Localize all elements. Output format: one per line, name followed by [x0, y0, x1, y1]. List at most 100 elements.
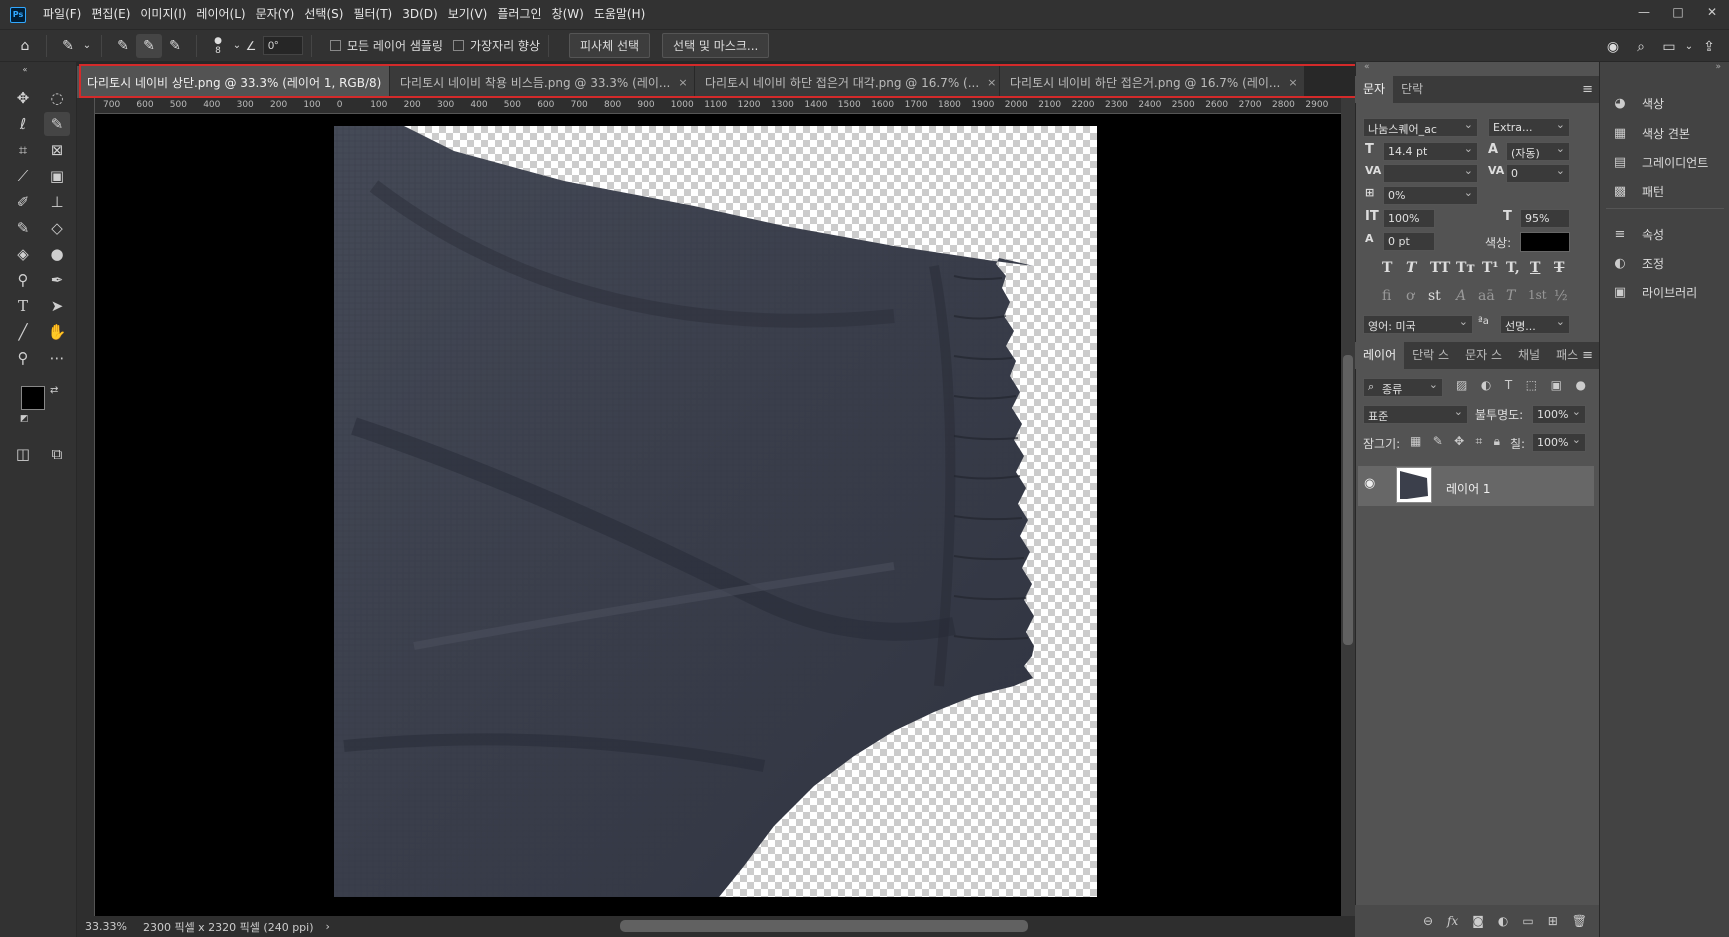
- collapse-icon[interactable]: «: [1364, 62, 1370, 72]
- patch-tool-icon[interactable]: ▣: [44, 164, 70, 188]
- mask-icon[interactable]: ◙: [1472, 914, 1484, 928]
- old-style-button[interactable]: ơ: [1406, 288, 1414, 304]
- tab-paragraph-styles[interactable]: 단락 스: [1404, 342, 1457, 369]
- fill-input[interactable]: 100%: [1532, 433, 1586, 452]
- doc-tab-2[interactable]: 다리토시 네이비 착용 비스듬.png @ 33.3% (레이... ×: [390, 66, 695, 98]
- menu-layer[interactable]: 레이어(L): [191, 0, 250, 29]
- menu-plugins[interactable]: 플러그인: [492, 0, 546, 29]
- horizontal-scale-input[interactable]: 95%: [1520, 209, 1570, 228]
- blur-tool-icon[interactable]: ●: [44, 242, 70, 266]
- lock-position-icon[interactable]: ✥: [1454, 434, 1464, 449]
- leading-input[interactable]: (자동): [1506, 142, 1570, 161]
- pen-tool-icon[interactable]: ✒: [44, 268, 70, 292]
- menu-3d[interactable]: 3D(D): [397, 0, 442, 29]
- hand-tool-icon[interactable]: ✋: [44, 320, 70, 344]
- trash-icon[interactable]: 🗑︎: [1572, 914, 1587, 928]
- all-caps-button[interactable]: TT: [1430, 260, 1450, 276]
- antialias-select[interactable]: 선명...: [1500, 315, 1570, 334]
- select-subject-button[interactable]: 피사체 선택: [569, 33, 651, 58]
- visibility-eye-icon[interactable]: ◉: [1364, 476, 1375, 491]
- zoom-tool-icon[interactable]: ⚲: [10, 346, 36, 370]
- new-layer-icon[interactable]: ⊞: [1548, 914, 1558, 928]
- stamp-tool-icon[interactable]: ⊥: [44, 190, 70, 214]
- panel-menu-icon[interactable]: ≡: [1582, 348, 1593, 363]
- dock-swatches[interactable]: ▦ 색상 견본: [1610, 121, 1690, 145]
- menu-select[interactable]: 선택(S): [299, 0, 348, 29]
- add-to-selection-icon[interactable]: ✎: [136, 33, 162, 58]
- dodge-tool-icon[interactable]: ⚲: [10, 268, 36, 292]
- lasso-tool-icon[interactable]: ℓ: [10, 112, 36, 136]
- history-brush-icon[interactable]: ✎: [10, 216, 36, 240]
- marquee-tool-icon[interactable]: ◌: [44, 86, 70, 110]
- menu-help[interactable]: 도움말(H): [589, 0, 651, 29]
- menu-view[interactable]: 보기(V): [443, 0, 493, 29]
- tab-layers[interactable]: 레이어: [1355, 342, 1405, 369]
- brush-tool-icon[interactable]: ✐: [10, 190, 36, 214]
- menu-type[interactable]: 문자(Y): [251, 0, 300, 29]
- foreground-color-swatch[interactable]: [21, 386, 45, 410]
- baseline-shift-input[interactable]: 0 pt: [1383, 232, 1435, 251]
- chevron-down-icon[interactable]: ⌄: [1683, 35, 1695, 59]
- eraser-tool-icon[interactable]: ◇: [44, 216, 70, 240]
- text-color-swatch[interactable]: [1520, 232, 1570, 252]
- doc-tab-3[interactable]: 다리토시 네이비 하단 접은거 대각.png @ 16.7% (... ×: [695, 66, 1000, 98]
- lock-artboard-icon[interactable]: ⌗: [1476, 434, 1483, 449]
- close-icon[interactable]: ×: [987, 76, 996, 89]
- sample-all-layers-checkbox[interactable]: [330, 40, 341, 51]
- vertical-scroll-thumb[interactable]: [1343, 355, 1353, 645]
- select-and-mask-button[interactable]: 선택 및 마스크...: [662, 33, 770, 58]
- brush-size-picker[interactable]: ● 8: [205, 34, 231, 58]
- doc-tab-1[interactable]: 다리토시 네이비 상단.png @ 33.3% (레이어 1, RGB/8) ×: [77, 66, 390, 98]
- kerning-input[interactable]: [1383, 164, 1478, 183]
- move-tool-icon[interactable]: ✥: [10, 86, 36, 110]
- subscript-button[interactable]: T,: [1506, 260, 1520, 276]
- panel-menu-icon[interactable]: ≡: [1582, 82, 1593, 97]
- maximize-button[interactable]: □: [1661, 0, 1695, 24]
- doc-tab-4[interactable]: 다리토시 네이비 하단 접은거.png @ 16.7% (레이... ×: [1000, 66, 1305, 98]
- strikethrough-button[interactable]: T: [1554, 260, 1564, 276]
- search-icon[interactable]: ⌕: [1627, 35, 1655, 59]
- dock-gradients[interactable]: ▤ 그레이디언트: [1610, 150, 1708, 174]
- tsume-input[interactable]: 0%: [1383, 186, 1478, 205]
- menu-edit[interactable]: 편집(E): [86, 0, 135, 29]
- font-family-select[interactable]: 나눔스퀘어_ac: [1363, 118, 1478, 137]
- horizontal-scroll-thumb[interactable]: [620, 920, 1028, 932]
- tab-character[interactable]: 문자: [1355, 76, 1394, 103]
- minimize-button[interactable]: —: [1627, 0, 1661, 24]
- group-icon[interactable]: ▭: [1522, 914, 1533, 928]
- layer-name[interactable]: 레이어 1: [1446, 480, 1491, 497]
- faux-bold-button[interactable]: T: [1382, 260, 1392, 276]
- tab-channels[interactable]: 채널: [1510, 342, 1548, 369]
- menu-file[interactable]: 파일(F): [38, 0, 86, 29]
- lock-transparent-icon[interactable]: ▦: [1410, 434, 1421, 449]
- menu-window[interactable]: 창(W): [547, 0, 589, 29]
- enhance-edge-checkbox[interactable]: [452, 40, 464, 51]
- quick-selection-tool-icon[interactable]: ✎: [44, 112, 70, 136]
- vertical-scale-input[interactable]: 100%: [1383, 209, 1435, 228]
- collapse-icon[interactable]: «: [12, 64, 38, 74]
- share-icon[interactable]: ⇪: [1695, 35, 1723, 59]
- shape-filter-icon[interactable]: ⬚: [1526, 378, 1537, 392]
- close-icon[interactable]: ×: [678, 76, 687, 89]
- swap-colors-icon[interactable]: ⇄: [50, 385, 58, 396]
- chevron-down-icon[interactable]: ⌄: [81, 34, 93, 58]
- default-colors-icon[interactable]: ◩: [20, 414, 29, 424]
- dock-libraries[interactable]: ▣ 라이브러리: [1610, 280, 1697, 304]
- zoom-level[interactable]: 33.33%: [77, 920, 135, 933]
- screen-mode-icon[interactable]: ⧉: [44, 442, 70, 466]
- ordinals-button[interactable]: 1st: [1528, 288, 1547, 302]
- menu-image[interactable]: 이미지(I): [135, 0, 191, 29]
- tab-character-styles[interactable]: 문자 스: [1457, 342, 1510, 369]
- tab-paragraph[interactable]: 단락: [1393, 76, 1431, 103]
- tab-paths[interactable]: 패스: [1548, 342, 1586, 369]
- document-canvas[interactable]: [334, 126, 1097, 897]
- adjustment-filter-icon[interactable]: ◐: [1481, 378, 1491, 392]
- quick-mask-icon[interactable]: ◫: [10, 442, 36, 466]
- tracking-input[interactable]: 0: [1506, 164, 1570, 183]
- close-button[interactable]: ✕: [1695, 0, 1729, 24]
- link-icon[interactable]: ⊖: [1423, 914, 1433, 928]
- new-selection-icon[interactable]: ✎: [110, 34, 136, 58]
- stylistic-alternates-button[interactable]: aā: [1478, 288, 1495, 304]
- lock-all-icon[interactable]: 🔒︎: [1494, 434, 1500, 449]
- underline-button[interactable]: T: [1530, 260, 1540, 276]
